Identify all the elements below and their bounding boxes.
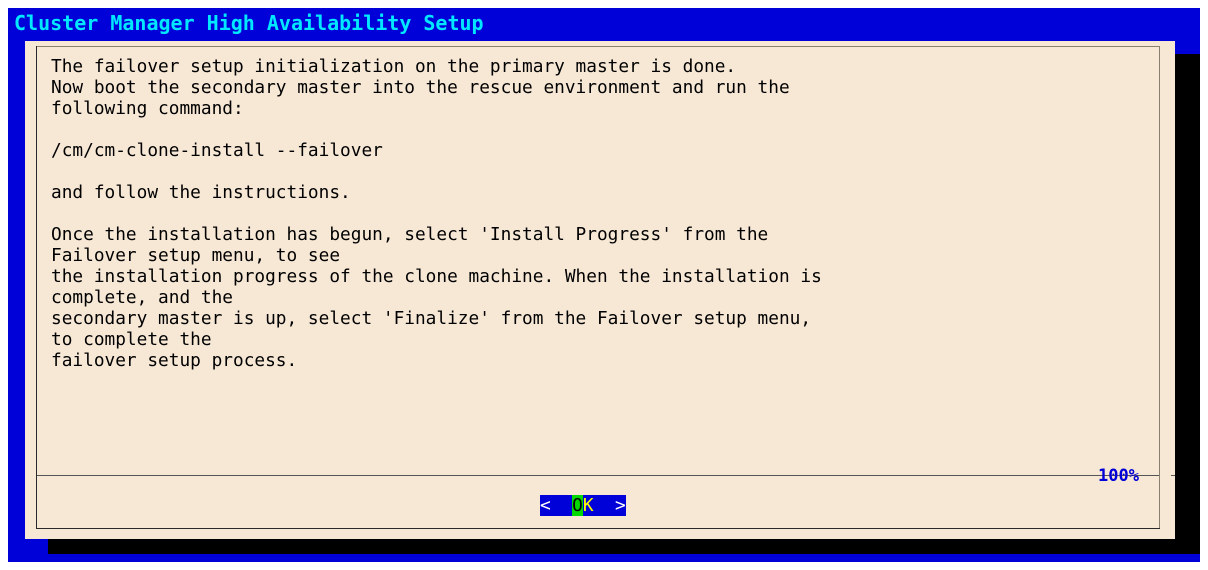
dialog-border-right — [1159, 46, 1160, 528]
ok-button-label: K — [582, 495, 594, 516]
message-dialog: The failover setup initialization on the… — [25, 41, 1175, 539]
message-line: complete, and the — [51, 287, 233, 308]
ok-button-right-bracket: > — [615, 495, 626, 516]
ok-button-spacer — [550, 495, 573, 516]
message-line: Now boot the secondary master into the r… — [51, 77, 790, 98]
ok-button-spacer — [593, 495, 615, 516]
dialog-border-bottom — [36, 528, 1160, 529]
message-line: following command: — [51, 98, 244, 119]
message-line: secondary master is up, select 'Finalize… — [51, 308, 812, 329]
message-line: and follow the instructions. — [51, 182, 351, 203]
terminal-screen: Cluster Manager High Availability Setup … — [8, 8, 1200, 562]
message-line: Once the installation has begun, select … — [51, 224, 769, 245]
backtitle: Cluster Manager High Availability Setup — [14, 11, 484, 35]
dialog-border-left — [36, 46, 37, 528]
ok-button-hotkey: O — [572, 495, 583, 516]
message-line: failover setup process. — [51, 350, 298, 371]
ok-button-left-bracket: < — [540, 495, 551, 516]
button-separator — [37, 475, 1159, 476]
scroll-percent: 100% — [1098, 466, 1139, 486]
message-line: The failover setup initialization on the… — [51, 56, 737, 77]
message-line: Failover setup menu, to see — [51, 245, 341, 266]
dialog-message-text[interactable]: The failover setup initialization on the… — [51, 56, 1151, 466]
command-line: /cm/cm-clone-install --failover — [51, 140, 383, 161]
message-line: to complete the — [51, 329, 212, 350]
message-line: the installation progress of the clone m… — [51, 266, 822, 287]
button-separator-right — [1171, 475, 1175, 476]
ok-button[interactable]: < O K > — [540, 495, 626, 516]
dialog-border-top — [36, 46, 1159, 47]
